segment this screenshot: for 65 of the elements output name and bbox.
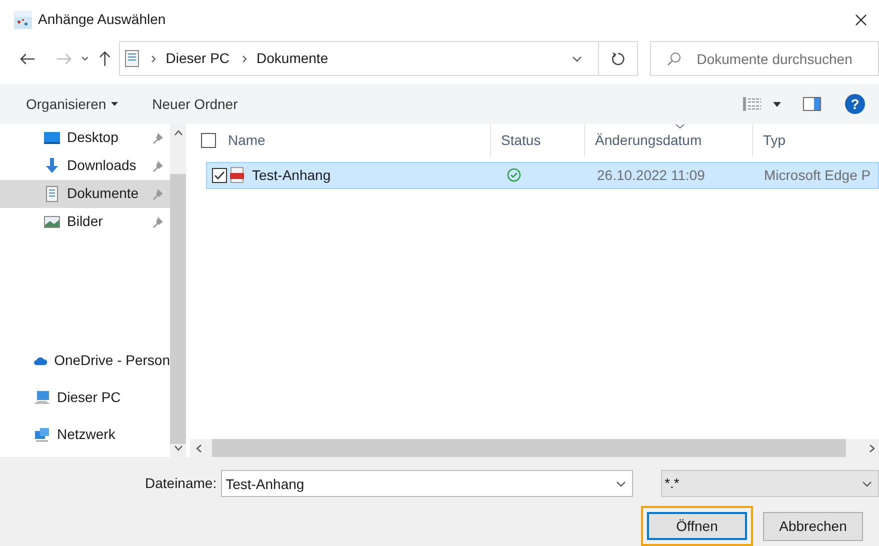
chevron-down-icon[interactable] — [616, 480, 626, 486]
back-arrow-icon[interactable] — [20, 52, 36, 65]
computer-icon — [34, 390, 50, 406]
picture-icon — [44, 214, 60, 230]
caret-down-icon — [111, 102, 118, 106]
chevron-right-icon — [150, 54, 156, 63]
up-arrow-icon[interactable] — [99, 51, 111, 66]
network-icon — [34, 426, 50, 442]
sidebar-item[interactable]: Downloads — [0, 152, 170, 180]
cancel-button[interactable]: Abbrechen — [763, 512, 863, 540]
chevron-up-icon[interactable] — [174, 130, 182, 136]
chevron-right-icon[interactable] — [869, 444, 875, 452]
sidebar-item[interactable]: OneDrive - Person — [0, 342, 170, 379]
file-row[interactable]: Test-Anhang 26.10.2022 11:09 Microsoft Edge P — [206, 162, 879, 189]
open-button[interactable]: Öffnen — [647, 512, 747, 540]
type-cell-text: Microsoft Edge P — [764, 166, 871, 185]
breadcrumb-link[interactable]: Dokumente — [256, 48, 328, 70]
new-folder-button[interactable]: Neuer Ordner — [152, 94, 238, 115]
search-input[interactable]: Dokumente durchsuchen — [688, 42, 878, 76]
sidebar-item[interactable]: Dokumente — [0, 180, 170, 208]
chevron-right-icon — [242, 54, 247, 63]
column-header[interactable]: Typ — [752, 124, 872, 157]
column-header[interactable]: Status — [490, 124, 584, 157]
sidebar-item[interactable]: Netzwerk — [0, 416, 170, 453]
row-checkbox[interactable] — [212, 168, 227, 183]
sidebar-item[interactable]: Dieser PC — [0, 379, 170, 416]
organize-menu[interactable]: Organisieren — [26, 94, 118, 115]
column-header[interactable]: Änderungsdatum — [584, 124, 752, 157]
column-header[interactable]: Name — [216, 124, 490, 157]
desktop-icon — [44, 130, 60, 146]
document-icon — [44, 186, 60, 202]
chevron-down-icon[interactable] — [572, 56, 582, 62]
chevron-down-icon[interactable] — [81, 56, 90, 62]
download-arrow-icon — [44, 158, 60, 174]
sort-indicator-icon — [675, 124, 685, 129]
select-all-checkbox[interactable] — [201, 132, 216, 148]
chevron-down-icon[interactable] — [174, 445, 182, 451]
scroll-thumb[interactable] — [170, 174, 186, 444]
window-title: Anhänge Auswählen — [38, 10, 166, 30]
help-button[interactable]: ? — [845, 94, 865, 114]
check-circle-icon — [507, 168, 521, 182]
search-field[interactable]: Dokumente durchsuchen — [650, 41, 879, 76]
breadcrumb-link[interactable]: Dieser PC — [166, 48, 230, 70]
document-icon — [124, 50, 139, 68]
date-cell-text: 26.10.2022 11:09 — [597, 166, 706, 185]
refresh-button[interactable] — [598, 41, 638, 76]
sidebar-item[interactable]: Desktop — [0, 124, 170, 152]
address-bar[interactable]: Dieser PC Dokumente — [118, 41, 599, 76]
search-icon — [666, 52, 681, 66]
refresh-icon — [610, 52, 625, 66]
app-icon — [14, 10, 32, 29]
chevron-down-icon — [862, 480, 872, 486]
pin-icon[interactable] — [152, 132, 164, 144]
file-type-dropdown[interactable]: *.* — [660, 470, 879, 497]
filename-label: Dateiname: — [145, 474, 217, 493]
close-icon[interactable] — [855, 14, 867, 26]
file-name[interactable]: Test-Anhang — [252, 164, 507, 186]
pin-icon[interactable] — [152, 216, 164, 228]
caret-down-icon[interactable] — [773, 102, 781, 107]
pin-icon[interactable] — [152, 160, 164, 172]
preview-pane-icon[interactable] — [803, 97, 821, 112]
sidebar-item[interactable]: Bilder — [0, 208, 170, 236]
view-list-icon[interactable] — [743, 97, 761, 112]
chevron-left-icon[interactable] — [196, 444, 202, 452]
pdf-file-icon — [230, 167, 244, 184]
